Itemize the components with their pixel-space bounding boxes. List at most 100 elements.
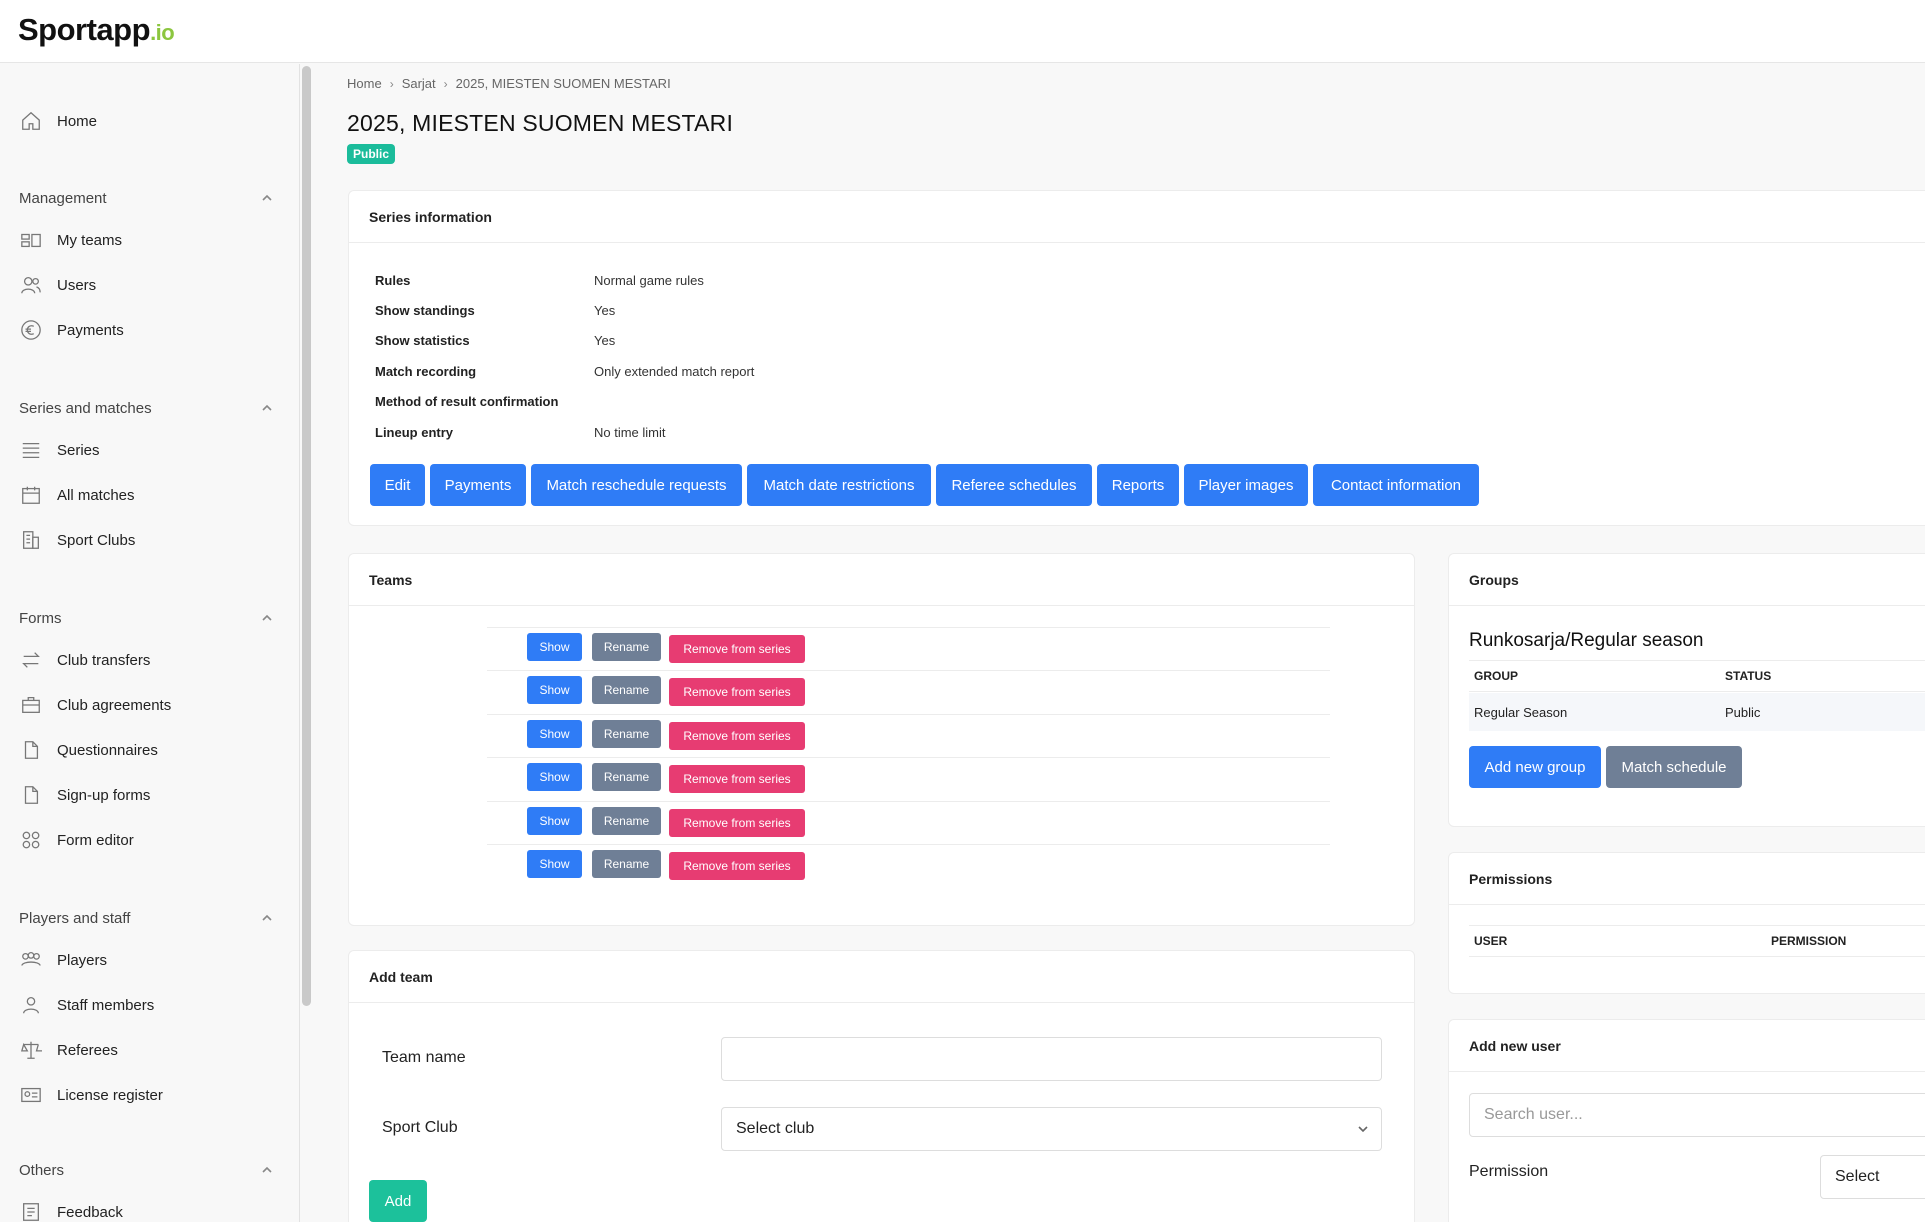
app-logo[interactable]: Sportapp.io — [18, 12, 175, 48]
file-icon — [20, 784, 42, 806]
document-icon — [20, 739, 42, 761]
id-card-icon — [20, 1084, 42, 1106]
sidebar-item-users[interactable]: Users — [20, 270, 96, 300]
sidebar-section-players[interactable]: Players and staff — [19, 906, 274, 930]
show-team-button[interactable]: Show — [527, 807, 582, 835]
referee-schedules-button[interactable]: Referee schedules — [936, 464, 1092, 506]
chevron-up-icon — [262, 914, 272, 921]
show-team-button[interactable]: Show — [527, 763, 582, 791]
breadcrumb-current: 2025, MIESTEN SUOMEN MESTARI — [455, 76, 671, 91]
sidebar-item-series[interactable]: Series — [20, 435, 100, 465]
add-team-card: Add team Team name Sport Club Select clu… — [348, 950, 1415, 1222]
chevron-up-icon — [262, 614, 272, 621]
sidebar-item-club-agreements[interactable]: Club agreements — [20, 690, 171, 720]
chevron-up-icon — [262, 194, 272, 201]
show-team-button[interactable]: Show — [527, 850, 582, 878]
chevron-up-icon — [262, 1166, 272, 1173]
card-title: Groups — [1449, 554, 1925, 606]
sport-club-select[interactable]: Select club — [721, 1107, 1382, 1151]
breadcrumb-home[interactable]: Home — [347, 76, 382, 91]
feedback-icon — [20, 1201, 42, 1222]
table-row: Show Rename Remove from series — [487, 627, 1330, 671]
payments-button[interactable]: Payments — [430, 464, 526, 506]
rename-team-button[interactable]: Rename — [592, 763, 661, 791]
team-name-input[interactable] — [721, 1037, 1382, 1081]
edit-button[interactable]: Edit — [370, 464, 425, 506]
sidebar-item-questionnaires[interactable]: Questionnaires — [20, 735, 158, 765]
groups-card: Groups Runkosarja/Regular season GROUP S… — [1448, 553, 1925, 827]
rename-team-button[interactable]: Rename — [592, 633, 661, 661]
info-row-result-confirmation: Method of result confirmation — [375, 394, 559, 409]
team-name-label: Team name — [382, 1049, 466, 1066]
breadcrumb-sarjat[interactable]: Sarjat — [402, 76, 436, 91]
add-new-group-button[interactable]: Add new group — [1469, 746, 1601, 788]
sidebar-item-home[interactable]: Home — [20, 106, 97, 136]
sidebar-item-club-transfers[interactable]: Club transfers — [20, 645, 150, 675]
table-row[interactable]: Regular Season Public — [1469, 693, 1925, 731]
contact-information-button[interactable]: Contact information — [1313, 464, 1479, 506]
sidebar-item-referees[interactable]: Referees — [20, 1035, 118, 1065]
players-icon — [20, 949, 42, 971]
sidebar-item-players[interactable]: Players — [20, 945, 107, 975]
match-date-restrictions-button[interactable]: Match date restrictions — [747, 464, 931, 506]
home-icon — [20, 110, 42, 132]
match-reschedule-requests-button[interactable]: Match reschedule requests — [531, 464, 742, 506]
list-icon — [20, 439, 42, 461]
sidebar-item-form-editor[interactable]: Form editor — [20, 825, 134, 855]
rename-team-button[interactable]: Rename — [592, 807, 661, 835]
remove-from-series-button[interactable]: Remove from series — [669, 635, 805, 663]
top-bar: Sportapp.io — [0, 0, 1925, 63]
sidebar-item-all-matches[interactable]: All matches — [20, 480, 135, 510]
sidebar-item-my-teams[interactable]: My teams — [20, 225, 122, 255]
remove-from-series-button[interactable]: Remove from series — [669, 809, 805, 837]
rename-team-button[interactable]: Rename — [592, 720, 661, 748]
info-row-lineup-entry: Lineup entry No time limit — [375, 425, 666, 440]
sidebar-section-series[interactable]: Series and matches — [19, 396, 274, 420]
permission-label: Permission — [1469, 1163, 1549, 1180]
grid-icon — [20, 829, 42, 851]
series-information-card: Series information Rules Normal game rule… — [348, 190, 1925, 526]
match-schedule-button[interactable]: Match schedule — [1606, 746, 1742, 788]
group-stage-title: Runkosarja/Regular season — [1469, 630, 1704, 651]
person-icon — [20, 994, 42, 1016]
card-title: Add team — [349, 951, 1414, 1003]
player-images-button[interactable]: Player images — [1184, 464, 1308, 506]
table-row: Show Rename Remove from series — [487, 801, 1330, 845]
search-user-input[interactable]: Search user... — [1469, 1093, 1925, 1137]
scale-icon — [20, 1039, 42, 1061]
users-icon — [20, 274, 42, 296]
info-row-rules: Rules Normal game rules — [375, 273, 704, 288]
sidebar-item-sport-clubs[interactable]: Sport Clubs — [20, 525, 135, 555]
chevron-up-icon — [262, 404, 272, 411]
sidebar-item-sign-up-forms[interactable]: Sign-up forms — [20, 780, 150, 810]
remove-from-series-button[interactable]: Remove from series — [669, 852, 805, 880]
transfer-icon — [20, 649, 42, 671]
sidebar-item-payments[interactable]: Payments — [20, 315, 124, 345]
briefcase-icon — [20, 694, 42, 716]
remove-from-series-button[interactable]: Remove from series — [669, 722, 805, 750]
teams-icon — [20, 229, 42, 251]
show-team-button[interactable]: Show — [527, 633, 582, 661]
table-row: Show Rename Remove from series — [487, 714, 1330, 758]
sidebar-section-management[interactable]: Management — [19, 186, 274, 210]
show-team-button[interactable]: Show — [527, 720, 582, 748]
calendar-icon — [20, 484, 42, 506]
permission-select[interactable]: Select — [1820, 1155, 1925, 1199]
sidebar-item-staff-members[interactable]: Staff members — [20, 990, 154, 1020]
add-team-button[interactable]: Add — [369, 1180, 427, 1222]
reports-button[interactable]: Reports — [1097, 464, 1179, 506]
sidebar-item-feedback[interactable]: Feedback — [20, 1197, 123, 1222]
sidebar-scrollbar[interactable] — [302, 66, 311, 1006]
sidebar-section-forms[interactable]: Forms — [19, 606, 274, 630]
table-row: Show Rename Remove from series — [487, 670, 1330, 714]
groups-table-header: GROUP STATUS — [1469, 660, 1925, 692]
remove-from-series-button[interactable]: Remove from series — [669, 678, 805, 706]
show-team-button[interactable]: Show — [527, 676, 582, 704]
sidebar-section-others[interactable]: Others — [19, 1158, 274, 1182]
card-title: Permissions — [1449, 853, 1925, 905]
rename-team-button[interactable]: Rename — [592, 850, 661, 878]
sidebar-item-license-register[interactable]: License register — [20, 1080, 163, 1110]
remove-from-series-button[interactable]: Remove from series — [669, 765, 805, 793]
chevron-down-icon — [1357, 1122, 1369, 1134]
rename-team-button[interactable]: Rename — [592, 676, 661, 704]
